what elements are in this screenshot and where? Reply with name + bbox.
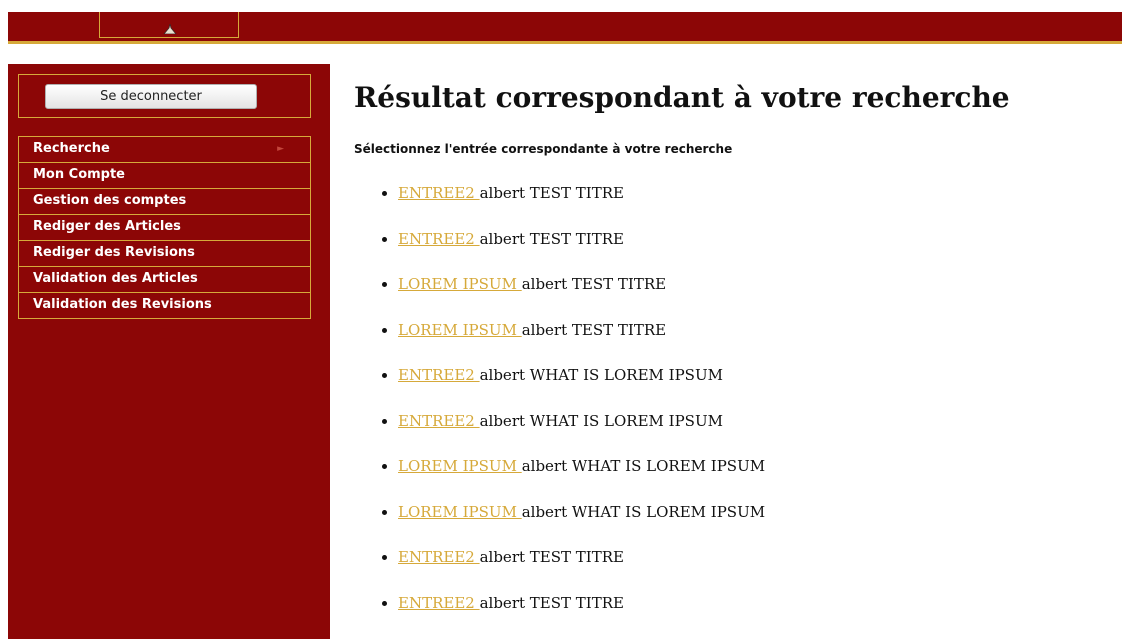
page: Se deconnecter Recherche ► Mon Compte Ge…	[0, 0, 1122, 639]
sidebar-item-label: Mon Compte	[33, 167, 126, 182]
logout-button[interactable]: Se deconnecter	[45, 84, 257, 109]
sidebar-item-label: Rediger des Revisions	[33, 245, 195, 260]
bullet-icon	[382, 509, 387, 515]
result-link[interactable]: ENTREE2	[398, 366, 480, 384]
page-title: Résultat correspondant à votre recherche	[354, 81, 1010, 114]
result-link[interactable]: LOREM IPSUM	[398, 503, 522, 521]
sidebar-item-mon-compte[interactable]: Mon Compte	[19, 163, 310, 189]
sidebar: Se deconnecter Recherche ► Mon Compte Ge…	[8, 64, 330, 639]
header-bar	[8, 12, 1122, 41]
bullet-icon	[382, 418, 387, 424]
bullet-icon	[382, 373, 387, 378]
results-list: ENTREE2 albert TEST TITRE ENTREE2 albert…	[382, 182, 765, 637]
sidebar-item-label: Gestion des comptes	[33, 193, 187, 208]
sidebar-item-label: Rediger des Articles	[33, 219, 181, 234]
sidebar-item-label: Validation des Revisions	[33, 297, 212, 312]
sidebar-menu: Recherche ► Mon Compte Gestion des compt…	[18, 136, 311, 319]
list-item: ENTREE2 albert TEST TITRE	[382, 592, 765, 638]
logo[interactable]	[99, 12, 239, 38]
bullet-icon	[382, 191, 387, 196]
result-link[interactable]: ENTREE2	[398, 184, 480, 202]
result-link[interactable]: LOREM IPSUM	[398, 321, 522, 339]
bullet-icon	[382, 600, 387, 606]
result-link[interactable]: ENTREE2	[398, 230, 480, 248]
result-text: albert TEST TITRE	[479, 229, 624, 248]
result-link[interactable]: ENTREE2	[398, 548, 480, 566]
sidebar-item-label: Recherche	[33, 141, 110, 156]
sidebar-item-rediger-des-articles[interactable]: Rediger des Articles	[19, 215, 310, 241]
chevron-right-icon: ►	[277, 144, 284, 154]
sidebar-item-label: Validation des Articles	[33, 271, 198, 286]
result-text: albert TEST TITRE	[479, 184, 624, 202]
main-content: Résultat correspondant à votre recherche…	[354, 78, 1114, 612]
list-item: LOREM IPSUM albert WHAT IS LOREM IPSUM	[382, 501, 765, 547]
list-item: ENTREE2 albert TEST TITRE	[382, 228, 765, 274]
header-divider	[8, 41, 1122, 44]
bullet-icon	[382, 327, 387, 333]
list-item: ENTREE2 albert WHAT IS LOREM IPSUM	[382, 410, 765, 456]
result-text: albert WHAT IS LOREM IPSUM	[521, 457, 766, 475]
result-link[interactable]: ENTREE2	[398, 594, 480, 612]
list-item: LOREM IPSUM albert TEST TITRE	[382, 273, 765, 319]
result-text: albert TEST TITRE	[521, 320, 667, 339]
list-item: ENTREE2 albert TEST TITRE	[382, 182, 765, 228]
result-link[interactable]: LOREM IPSUM	[398, 275, 522, 293]
bullet-icon	[382, 555, 387, 560]
bullet-icon	[382, 464, 387, 469]
bullet-icon	[382, 282, 387, 287]
logout-panel: Se deconnecter	[18, 74, 311, 118]
sidebar-item-recherche[interactable]: Recherche ►	[19, 137, 310, 163]
result-text: albert TEST TITRE	[479, 593, 624, 612]
sidebar-item-rediger-des-revisions[interactable]: Rediger des Revisions	[19, 241, 310, 267]
sidebar-item-validation-des-revisions[interactable]: Validation des Revisions	[19, 293, 310, 319]
bullet-icon	[382, 236, 387, 242]
page-subtitle: Sélectionnez l'entrée correspondante à v…	[354, 142, 733, 156]
result-text: albert WHAT IS LOREM IPSUM	[479, 366, 723, 384]
sidebar-item-validation-des-articles[interactable]: Validation des Articles	[19, 267, 310, 293]
list-item: ENTREE2 albert TEST TITRE	[382, 546, 765, 592]
result-text: albert WHAT IS LOREM IPSUM	[479, 411, 723, 430]
result-text: albert WHAT IS LOREM IPSUM	[521, 502, 766, 521]
result-text: albert TEST TITRE	[479, 548, 624, 566]
result-link[interactable]: ENTREE2	[398, 412, 480, 430]
list-item: LOREM IPSUM albert TEST TITRE	[382, 319, 765, 365]
logo-figure-icon	[163, 24, 177, 34]
list-item: LOREM IPSUM albert WHAT IS LOREM IPSUM	[382, 455, 765, 501]
result-text: albert TEST TITRE	[521, 275, 667, 293]
list-item: ENTREE2 albert WHAT IS LOREM IPSUM	[382, 364, 765, 410]
sidebar-item-gestion-des-comptes[interactable]: Gestion des comptes	[19, 189, 310, 215]
result-link[interactable]: LOREM IPSUM	[398, 457, 522, 475]
